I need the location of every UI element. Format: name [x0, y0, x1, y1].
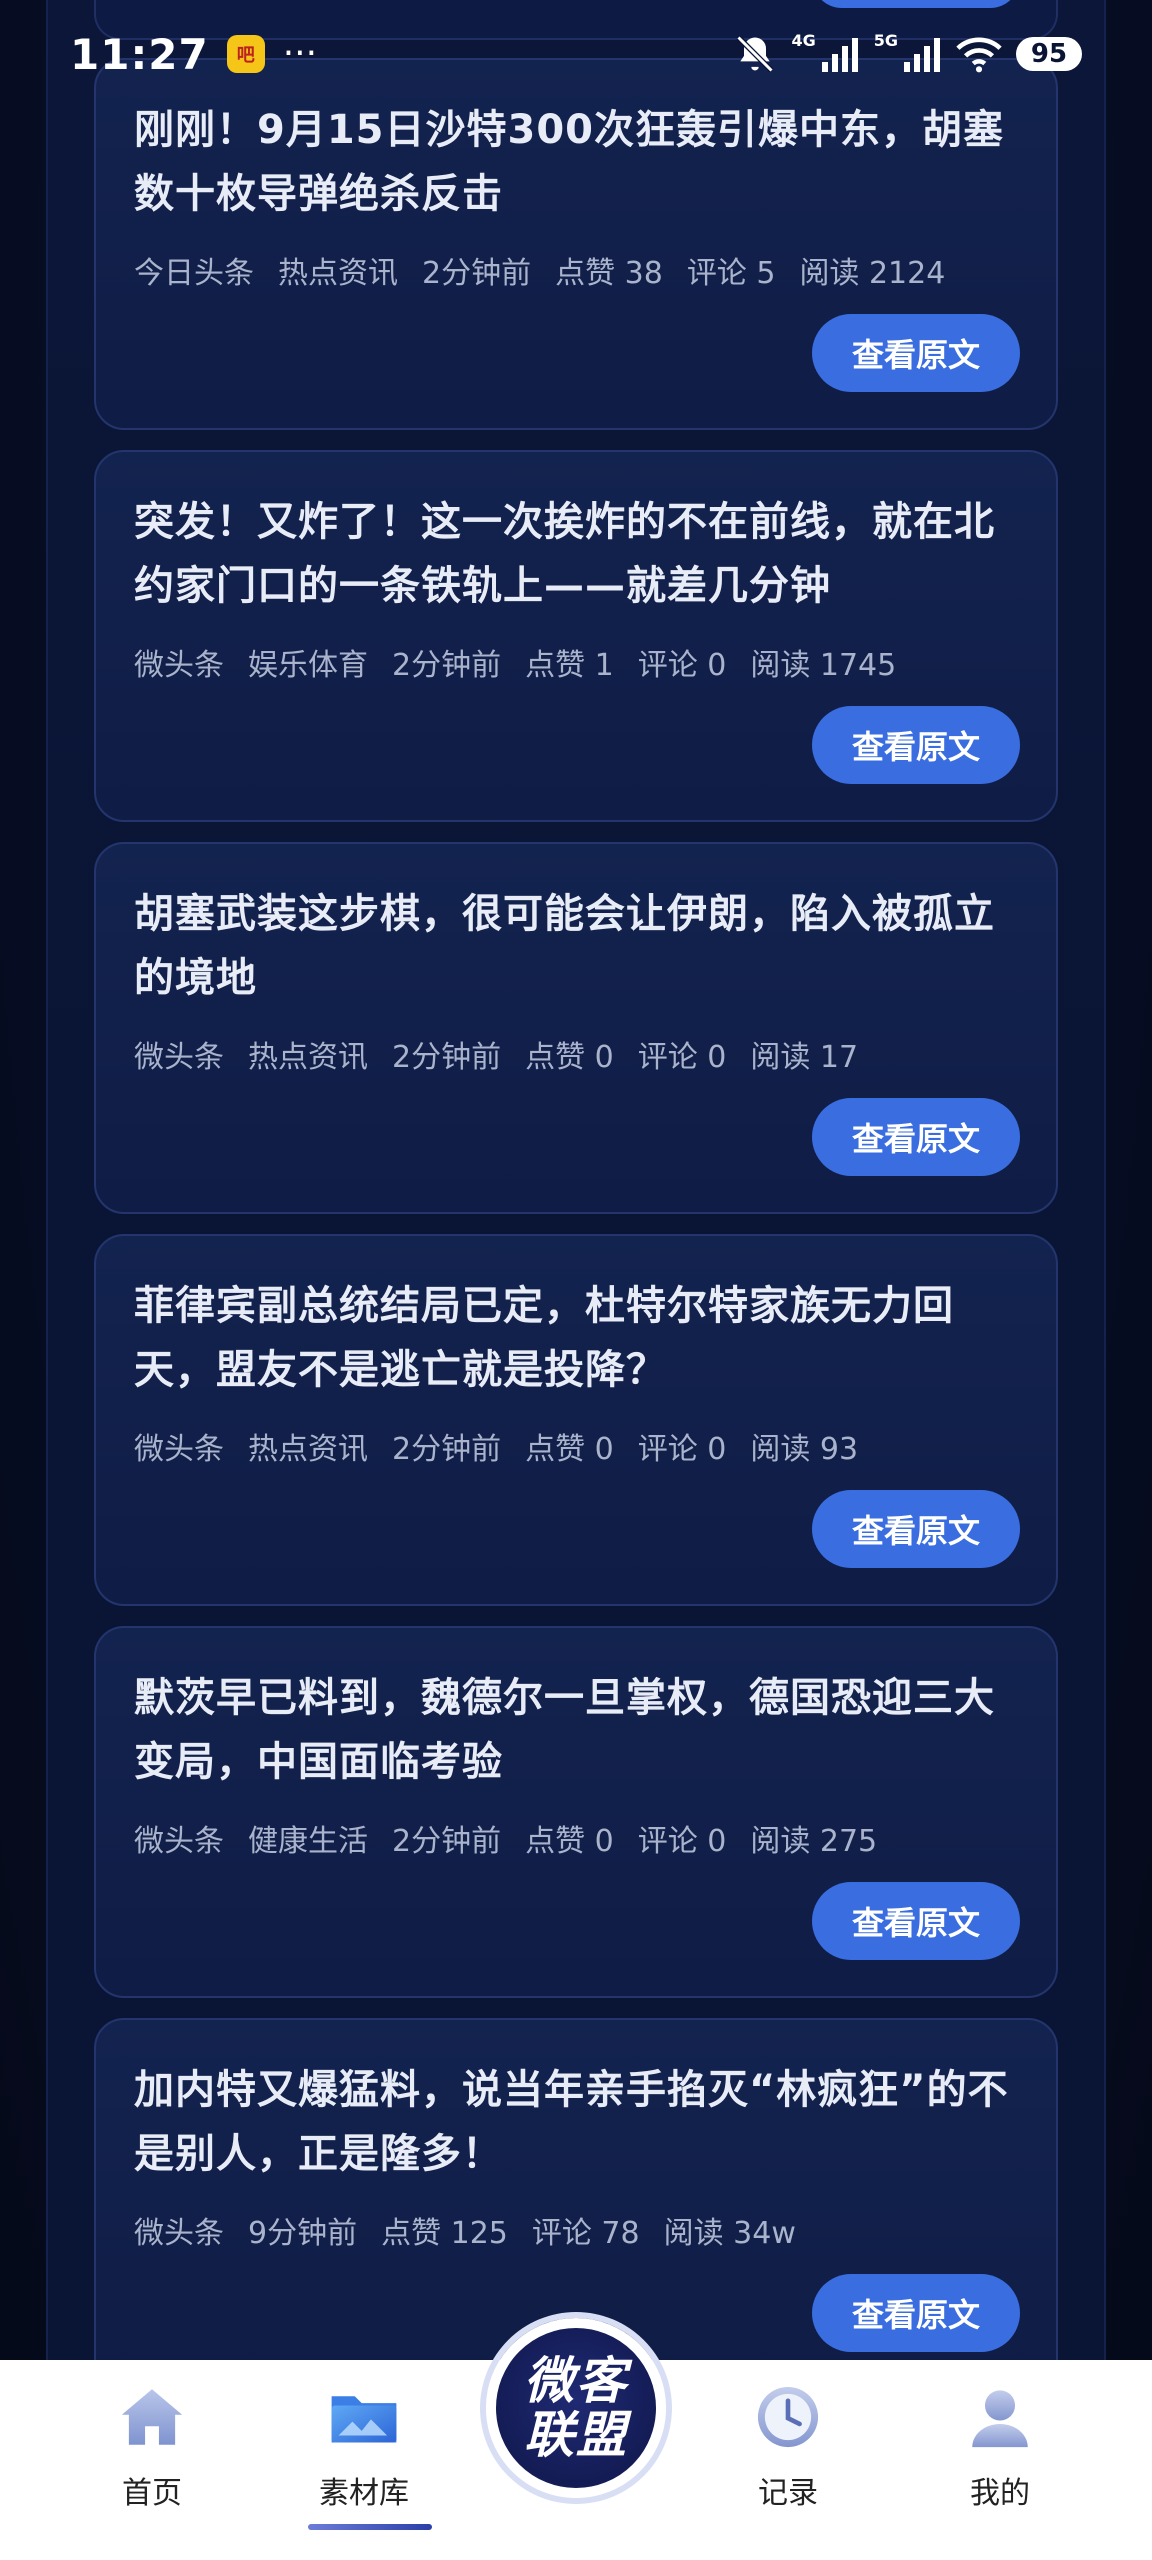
wifi-icon	[956, 37, 1002, 73]
center-brand-button[interactable]: 微客 联盟	[486, 2318, 666, 2498]
news-meta: 今日头条 热点资讯 2分钟前 点赞 38 评论 5 阅读 2124	[134, 248, 1018, 292]
nav-label-records: 记录	[758, 2476, 818, 2511]
nav-item-home[interactable]: 首页	[72, 2380, 232, 2520]
network-4g-label: 4G	[791, 30, 816, 50]
news-category: 热点资讯	[248, 1432, 368, 1467]
view-original-button[interactable]: 查看原文	[812, 314, 1020, 392]
news-likes: 点赞 0	[525, 1040, 614, 1075]
mute-bell-icon	[737, 35, 774, 73]
news-source: 微头条	[134, 2216, 224, 2251]
signal-4g-icon	[821, 38, 858, 72]
news-likes: 点赞 0	[525, 1432, 614, 1467]
news-likes: 点赞 1	[525, 648, 614, 683]
news-time: 2分钟前	[392, 1824, 502, 1859]
more-notifications-icon: ···	[282, 33, 318, 74]
news-likes: 点赞 38	[555, 256, 663, 291]
news-category: 热点资讯	[248, 1040, 368, 1075]
network-5g-label: 5G	[873, 30, 898, 50]
news-comments: 评论 0	[637, 1040, 727, 1075]
news-comments: 评论 0	[637, 648, 727, 683]
home-icon	[121, 2389, 183, 2445]
news-card[interactable]: 菲律宾副总统结局已定，杜特尔特家族无力回天，盟友不是逃亡就是投降？ 微头条 热点…	[94, 1234, 1058, 1606]
view-original-button[interactable]: 查看原文	[812, 2274, 1020, 2352]
news-meta: 微头条 热点资讯 2分钟前 点赞 0 评论 0 阅读 93	[134, 1424, 1018, 1468]
signal-5g-icon	[904, 38, 940, 72]
news-meta: 微头条 健康生活 2分钟前 点赞 0 评论 0 阅读 275	[134, 1816, 1018, 1860]
battery-level: 95	[1016, 37, 1082, 71]
status-bar: 11:27 吧 ··· 4G 5G 95	[0, 0, 1152, 108]
news-time: 2分钟前	[422, 256, 532, 291]
news-time: 2分钟前	[392, 648, 502, 683]
clock-icon	[757, 2386, 819, 2448]
news-source: 微头条	[134, 1824, 224, 1859]
news-title: 胡塞武装这步棋，很可能会让伊朗，陷入被孤立的境地	[134, 891, 995, 1001]
nav-item-records[interactable]: 记录	[708, 2380, 868, 2520]
news-source: 微头条	[134, 648, 224, 683]
news-meta: 微头条 热点资讯 2分钟前 点赞 0 评论 0 阅读 17	[134, 1032, 1018, 1076]
news-reads: 阅读 34w	[663, 2216, 796, 2251]
news-reads: 阅读 17	[750, 1040, 859, 1075]
nav-label-materials: 素材库	[319, 2476, 409, 2511]
news-source: 今日头条	[134, 256, 254, 291]
nav-label-home: 首页	[122, 2476, 182, 2511]
nav-label-profile: 我的	[970, 2476, 1030, 2511]
news-comments: 评论 0	[637, 1432, 727, 1467]
news-comments: 评论 78	[531, 2216, 640, 2251]
news-time: 2分钟前	[392, 1040, 502, 1075]
brand-logo-line2: 联盟	[524, 2406, 628, 2464]
folder-icon	[331, 2396, 397, 2443]
status-time: 11:27	[70, 29, 209, 79]
news-card[interactable]: 胡塞武装这步棋，很可能会让伊朗，陷入被孤立的境地 微头条 热点资讯 2分钟前 点…	[94, 842, 1058, 1214]
news-title: 加内特又爆猛料，说当年亲手掐灭“林疯狂”的不是别人，正是隆多！	[134, 2067, 1009, 2177]
view-original-button[interactable]: 查看原文	[812, 1882, 1020, 1960]
news-source: 微头条	[134, 1432, 224, 1467]
news-card[interactable]: 突发！又炸了！这一次挨炸的不在前线，就在北约家门口的一条铁轨上——就差几分钟 微…	[94, 450, 1058, 822]
news-meta: 微头条 娱乐体育 2分钟前 点赞 1 评论 0 阅读 1745	[134, 640, 1018, 684]
news-title: 菲律宾副总统结局已定，杜特尔特家族无力回天，盟友不是逃亡就是投降？	[134, 1283, 954, 1393]
user-icon	[972, 2390, 1028, 2448]
news-meta: 微头条 9分钟前 点赞 125 评论 78 阅读 34w	[134, 2208, 1018, 2252]
news-reads: 阅读 275	[750, 1824, 878, 1859]
news-reads: 阅读 2124	[799, 256, 946, 291]
active-tab-indicator	[308, 2524, 432, 2530]
news-likes: 点赞 125	[381, 2216, 508, 2251]
brand-logo-line1: 微客	[524, 2352, 628, 2410]
news-likes: 点赞 0	[525, 1824, 614, 1859]
news-time: 2分钟前	[392, 1432, 502, 1467]
news-category: 健康生活	[248, 1824, 368, 1859]
news-title: 突发！又炸了！这一次挨炸的不在前线，就在北约家门口的一条铁轨上——就差几分钟	[134, 499, 995, 609]
news-source: 微头条	[134, 1040, 224, 1075]
view-original-button[interactable]: 查看原文	[812, 1098, 1020, 1176]
notification-app-icon: 吧	[226, 35, 265, 73]
nav-item-materials[interactable]: 素材库	[284, 2380, 444, 2520]
status-indicators: 4G 5G 95	[733, 30, 1082, 76]
news-card[interactable]: 默茨早已料到，魏德尔一旦掌权，德国恐迎三大变局，中国面临考验 微头条 健康生活 …	[94, 1626, 1058, 1998]
view-original-button[interactable]: 查看原文	[812, 706, 1020, 784]
news-card[interactable]: 刚刚！9月15日沙特300次狂轰引爆中东，胡塞数十枚导弹绝杀反击 今日头条 热点…	[94, 58, 1058, 430]
news-title: 默茨早已料到，魏德尔一旦掌权，德国恐迎三大变局，中国面临考验	[134, 1675, 995, 1785]
view-original-button[interactable]: 查看原文	[812, 1490, 1020, 1568]
news-category: 娱乐体育	[248, 648, 368, 683]
nav-item-profile[interactable]: 我的	[920, 2380, 1080, 2520]
news-comments: 评论 5	[686, 256, 776, 291]
news-category: 热点资讯	[278, 256, 398, 291]
news-comments: 评论 0	[637, 1824, 727, 1859]
news-time: 9分钟前	[248, 2216, 358, 2251]
news-reads: 阅读 93	[750, 1432, 859, 1467]
news-reads: 阅读 1745	[750, 648, 897, 683]
news-title: 刚刚！9月15日沙特300次狂轰引爆中东，胡塞数十枚导弹绝杀反击	[134, 107, 1004, 217]
